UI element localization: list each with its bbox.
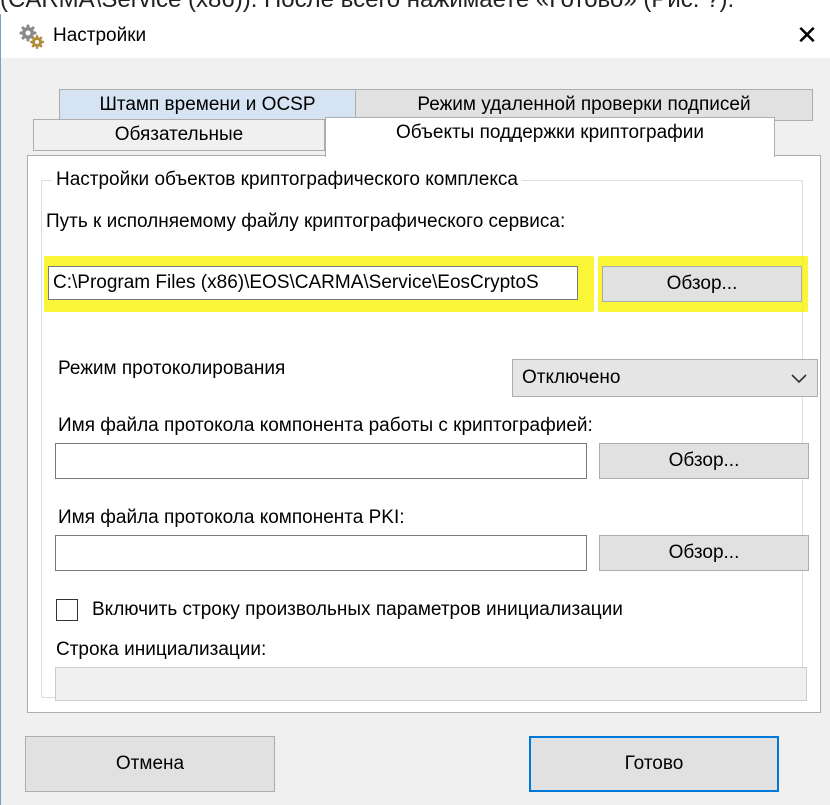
service-path-label: Путь к исполняемому файлу криптографичес… [46,211,566,232]
pki-log-input[interactable] [55,535,587,571]
crypto-settings-group: Настройки объектов криптографического ко… [41,169,818,701]
tab-panel-crypto-objects: Настройки объектов криптографического ко… [27,155,821,713]
init-params-checkbox-label[interactable]: Включить строку произвольных параметров … [92,599,623,621]
group-legend: Настройки объектов криптографического ко… [52,169,522,191]
chevron-down-icon [791,374,807,384]
browse-service-button[interactable]: Обзор... [602,266,802,302]
logging-mode-value: Отключено [522,367,621,388]
cancel-button[interactable]: Отмена [25,736,275,792]
logging-mode-select[interactable]: Отключено [512,359,818,397]
window-title: Настройки [53,25,147,46]
gear-icon [19,24,44,49]
crypto-log-label: Имя файла протокола компонента работы с … [58,415,593,436]
browse-crypto-log-button[interactable]: Обзор... [599,443,809,479]
init-params-checkbox[interactable] [56,599,78,621]
logging-mode-label: Режим протоколирования [58,358,286,379]
title-bar: Настройки ✕ [1,14,830,58]
crypto-log-input[interactable] [55,443,587,479]
init-string-input[interactable] [55,667,807,701]
ok-button[interactable]: Готово [529,736,779,792]
service-path-input[interactable]: C:\Program Files (x86)\EOS\CARMA\Service… [48,266,578,300]
settings-dialog: Настройки ✕ Штамп времени и OCSP Режим у… [0,14,830,805]
init-string-label: Строка инициализации: [56,639,267,660]
browse-pki-log-button[interactable]: Обзор... [599,535,809,571]
tab-required[interactable]: Обязательные [33,119,325,151]
pki-log-label: Имя файла протокола компонента PKI: [58,507,405,528]
close-icon[interactable]: ✕ [784,14,830,58]
tab-crypto-objects[interactable]: Объекты поддержки криптографии [325,117,775,157]
tab-timestamp-ocsp[interactable]: Штамп времени и OCSP [59,89,356,121]
